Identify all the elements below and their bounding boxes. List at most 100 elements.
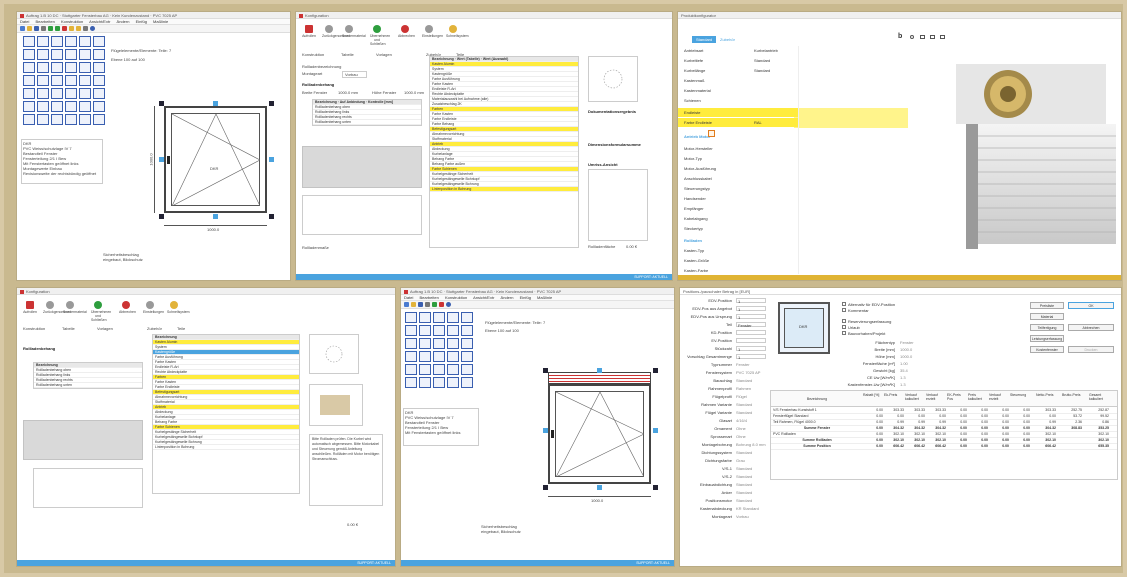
corner-handle[interactable]: [543, 485, 548, 490]
tab-teile[interactable]: Teile: [177, 326, 185, 331]
tool-einstellungen[interactable]: Einstellungen: [422, 25, 443, 38]
selection-handle[interactable]: [269, 157, 274, 162]
field-row[interactable]: Kurbeltiefe Standard: [678, 56, 798, 65]
print-icon[interactable]: [930, 35, 935, 39]
field-row[interactable]: Sprossenart Ohne: [684, 434, 770, 441]
palette-tile[interactable]: [93, 88, 105, 99]
paste-icon[interactable]: [76, 26, 81, 31]
breite-field[interactable]: 1000.0 mm: [338, 90, 358, 95]
palette-tile[interactable]: [461, 338, 473, 349]
palette-tile[interactable]: [447, 351, 459, 362]
palette-tile[interactable]: [37, 101, 49, 112]
new-icon[interactable]: [20, 26, 25, 31]
palette-tile[interactable]: [433, 325, 445, 336]
cut-icon[interactable]: [62, 26, 67, 31]
field-row[interactable]: Montageart Vorbau: [684, 514, 770, 521]
menu-item-masslinie[interactable]: Maßlinie: [153, 19, 168, 24]
motor-row[interactable]: Motor-Typ: [678, 154, 798, 163]
menu-item-ansicht[interactable]: Ansicht/Extr: [89, 19, 110, 24]
palette-tile[interactable]: [79, 62, 91, 73]
kostenfenster-button[interactable]: Kostenfenster: [1030, 346, 1064, 353]
preisliste-button[interactable]: Preisliste: [1030, 302, 1064, 309]
motor-row[interactable]: Steckertyp: [678, 224, 798, 233]
menu-item-aendern[interactable]: Ändern: [117, 19, 130, 24]
tab-zubehoer[interactable]: Zubehör: [147, 326, 162, 331]
palette-tile[interactable]: [37, 88, 49, 99]
palette-tile[interactable]: [447, 312, 459, 323]
palette-tile[interactable]: [65, 88, 77, 99]
montageart-select[interactable]: Vorbau: [342, 71, 367, 78]
palette-tile[interactable]: [65, 49, 77, 60]
field-row[interactable]: Kurbellänge Standard: [678, 66, 798, 75]
field-row[interactable]: Stückzahl 1: [684, 346, 770, 353]
table-row[interactable]: Summe Position 0.00 606.42 606.42 606.42 0.00…: [771, 444, 1117, 450]
cut-icon[interactable]: [439, 302, 444, 307]
abbrechen-button[interactable]: Abbrechen: [1068, 324, 1114, 331]
tab-konstruktion[interactable]: Konstruktion: [302, 52, 324, 57]
kasten-row[interactable]: Kasten-Farbe: [678, 266, 798, 275]
palette-tile[interactable]: [405, 377, 417, 388]
palette-tile[interactable]: [51, 36, 63, 47]
export-icon[interactable]: [940, 35, 945, 39]
field-row[interactable]: Flügelprofil Flügel: [684, 394, 770, 401]
palette-tile[interactable]: [23, 75, 35, 86]
field-row[interactable]: Rahmen Variante Standard: [684, 402, 770, 409]
corner-handle[interactable]: [269, 214, 274, 219]
palette-tile[interactable]: [93, 101, 105, 112]
tool-zurueck[interactable]: Zurückgenommen: [43, 301, 71, 314]
selection-handle[interactable]: [653, 428, 658, 433]
teilfertigung-button[interactable]: Teilfertigung: [1030, 324, 1064, 331]
help-icon[interactable]: [90, 26, 95, 31]
palette-tile[interactable]: [37, 49, 49, 60]
corner-handle[interactable]: [653, 368, 658, 373]
palette-tile[interactable]: [23, 49, 35, 60]
field-row[interactable]: Einbauabdichtung Standard: [684, 482, 770, 489]
field-row[interactable]: EDV-Pos aus Angebot 1: [684, 306, 770, 313]
selection-handle[interactable]: [213, 101, 218, 106]
tool-einstellungen[interactable]: Einstellungen: [143, 301, 164, 314]
window-drawing[interactable]: DKR: [164, 106, 267, 213]
palette-tile[interactable]: [79, 49, 91, 60]
tool-zurueck[interactable]: Zurückgenommen: [322, 25, 350, 38]
motor-row[interactable]: Anschlusskabel: [678, 174, 798, 183]
palette-tile[interactable]: [461, 325, 473, 336]
palette-tile[interactable]: [79, 75, 91, 86]
corner-handle[interactable]: [159, 101, 164, 106]
tool-schnellsystem[interactable]: Schnellsystem: [446, 25, 469, 38]
field-row[interactable]: Flügel Variante Standard: [684, 410, 770, 417]
field-row[interactable]: Rahmenprofil Rahmen: [684, 386, 770, 393]
selection-handle[interactable]: [159, 157, 164, 162]
motor-row[interactable]: Empfänger: [678, 204, 798, 213]
palette-tile[interactable]: [65, 36, 77, 47]
open-icon[interactable]: [411, 302, 416, 307]
field-row[interactable]: V/S-1 Standard: [684, 466, 770, 473]
palette-tile[interactable]: [405, 351, 417, 362]
palette-tile[interactable]: [93, 114, 105, 125]
leistungserfassung-button[interactable]: Leistungserfassung: [1030, 335, 1064, 342]
field-row-highlight[interactable]: Endleiste: [678, 108, 798, 117]
field-row[interactable]: Positionsmotor Standard: [684, 498, 770, 505]
field-row[interactable]: Antriebsart Kurbelantrieb: [678, 46, 798, 55]
menu-item-bearbeiten[interactable]: Bearbeiten: [419, 295, 438, 300]
tab-vorlagen[interactable]: Vorlagen: [97, 326, 113, 331]
undo-icon[interactable]: [48, 26, 53, 31]
print-icon[interactable]: [41, 26, 46, 31]
palette-tile[interactable]: [37, 62, 49, 73]
checkbox-icon[interactable]: [842, 302, 846, 306]
palette-tile[interactable]: [37, 75, 49, 86]
palette-tile[interactable]: [51, 62, 63, 73]
palette-tile[interactable]: [447, 377, 459, 388]
field-row[interactable]: Typnummer Fenster: [684, 362, 770, 369]
menu-item-datei[interactable]: Datei: [20, 19, 29, 24]
drucken-button[interactable]: Drucken: [1068, 346, 1114, 353]
palette-tile[interactable]: [79, 36, 91, 47]
field-row[interactable]: Bauschlag Standard: [684, 378, 770, 385]
palette-tile[interactable]: [23, 101, 35, 112]
palette-tile[interactable]: [447, 325, 459, 336]
table-row[interactable]: Rollladenbehang unten: [34, 383, 142, 388]
palette-tile[interactable]: [65, 114, 77, 125]
palette-tile[interactable]: [93, 62, 105, 73]
palette-tile[interactable]: [93, 36, 105, 47]
palette-tile[interactable]: [51, 88, 63, 99]
palette-tile[interactable]: [419, 364, 431, 375]
